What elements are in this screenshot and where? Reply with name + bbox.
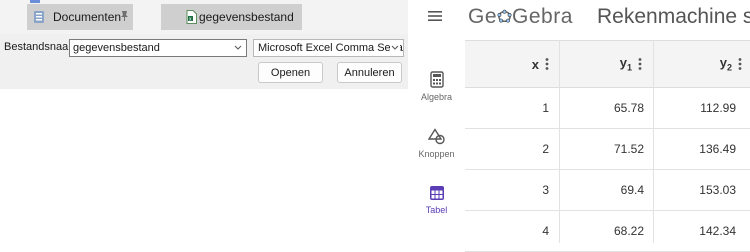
column-header-x[interactable]: x bbox=[465, 41, 549, 87]
folder-tile-label: Documenten bbox=[53, 10, 122, 24]
file-open-dialog: Documenten x gegevensbestand Bestandsnaa… bbox=[0, 0, 408, 243]
geogebra-logo: Ge Gebra bbox=[468, 5, 573, 29]
side-navigation: Algebra Knoppen Tabel bbox=[408, 40, 465, 243]
table-cell[interactable]: 142.34 bbox=[654, 211, 736, 251]
table-header: x y1 y2 bbox=[465, 40, 750, 88]
logo-flower-icon bbox=[497, 9, 512, 23]
excel-file-icon: x bbox=[186, 10, 197, 24]
table-cell[interactable]: 71.52 bbox=[560, 129, 644, 169]
value-table: x y1 y2 1 65.78 112.99 2 71.52 136.49 3 … bbox=[465, 40, 750, 252]
app-title: Rekenmachine su bbox=[597, 5, 750, 28]
chevron-down-icon[interactable] bbox=[390, 41, 400, 55]
more-options-icon[interactable] bbox=[545, 57, 549, 71]
table-cell[interactable]: 2 bbox=[465, 129, 549, 169]
hamburger-menu-icon[interactable] bbox=[428, 9, 442, 23]
nav-label: Algebra bbox=[420, 92, 453, 102]
table-row: 2 71.52 136.49 bbox=[465, 129, 750, 170]
table-icon bbox=[429, 186, 444, 200]
documents-icon bbox=[34, 11, 44, 23]
file-tile-label: gegevensbestand bbox=[199, 10, 294, 24]
file-tile-gegevensbestand[interactable]: x gegevensbestand bbox=[161, 4, 302, 30]
table-cell[interactable]: 1 bbox=[465, 88, 549, 128]
open-button[interactable]: Openen bbox=[258, 62, 323, 83]
nav-item-algebra[interactable]: Algebra bbox=[408, 71, 465, 102]
header-label: x bbox=[531, 56, 539, 72]
filetype-value: Microsoft Excel Comma Separa bbox=[258, 42, 404, 54]
header-label: y2 bbox=[719, 55, 732, 73]
nav-label: Knoppen bbox=[418, 149, 455, 159]
table-cell[interactable]: 68.22 bbox=[560, 211, 644, 251]
header-label: y1 bbox=[619, 55, 632, 73]
geogebra-app: Ge Gebra Rekenmachine su Algebra Knoppen… bbox=[408, 0, 750, 252]
more-options-icon[interactable] bbox=[738, 57, 742, 71]
column-header-y1[interactable]: y1 bbox=[560, 41, 642, 87]
table-cell[interactable]: 153.03 bbox=[654, 170, 736, 210]
table-cell[interactable]: 65.78 bbox=[560, 88, 644, 128]
filetype-select[interactable]: Microsoft Excel Comma Separa bbox=[253, 39, 404, 57]
column-header-y2[interactable]: y2 bbox=[654, 41, 742, 87]
table-row: 4 68.22 142.34 bbox=[465, 211, 750, 252]
filename-value: gegevensbestand bbox=[73, 42, 160, 54]
table-cell[interactable]: 136.49 bbox=[654, 129, 736, 169]
logo-text-end: Gebra bbox=[512, 5, 573, 28]
table-row: 3 69.4 153.03 bbox=[465, 170, 750, 211]
chevron-down-icon[interactable] bbox=[233, 41, 243, 55]
scroll-indicator bbox=[30, 0, 40, 3]
nav-label: Tabel bbox=[425, 205, 448, 215]
logo-text-start: Ge bbox=[468, 5, 498, 28]
table-row: 1 65.78 112.99 bbox=[465, 88, 750, 129]
nav-item-tabel[interactable]: Tabel bbox=[408, 185, 465, 215]
calculator-icon bbox=[429, 71, 444, 88]
nav-item-knoppen[interactable]: Knoppen bbox=[408, 128, 465, 159]
table-cell[interactable]: 4 bbox=[465, 211, 549, 251]
pin-icon[interactable] bbox=[119, 10, 130, 22]
table-cell[interactable]: 69.4 bbox=[560, 170, 644, 210]
cancel-button[interactable]: Annuleren bbox=[337, 62, 402, 83]
filename-input[interactable]: gegevensbestand bbox=[69, 39, 247, 57]
shapes-icon bbox=[427, 128, 445, 145]
folder-tile-documents[interactable]: Documenten bbox=[27, 4, 133, 30]
table-cell[interactable]: 112.99 bbox=[654, 88, 736, 128]
dialog-file-area: Documenten x gegevensbestand bbox=[0, 0, 408, 34]
table-cell[interactable]: 3 bbox=[465, 170, 549, 210]
more-options-icon[interactable] bbox=[638, 57, 642, 71]
app-header: Ge Gebra Rekenmachine su bbox=[408, 0, 750, 40]
